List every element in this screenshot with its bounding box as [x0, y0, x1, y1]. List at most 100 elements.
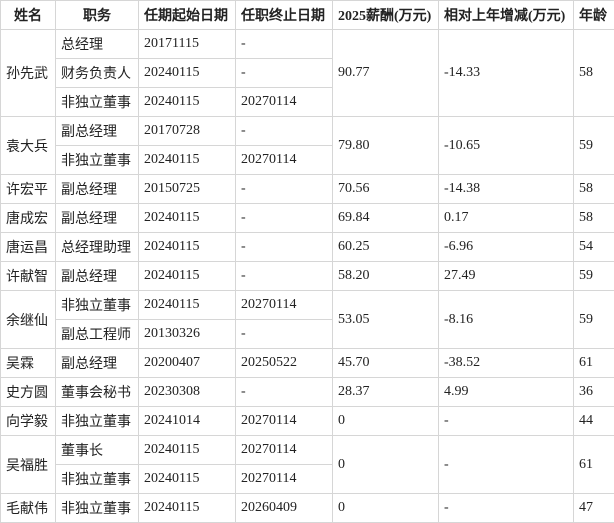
role-end-date: 20270114: [235, 145, 333, 175]
table-row: 许献智 副总经理 20240115-58.20 27.49 59: [0, 261, 614, 291]
table-row: 史方圆 董事会秘书 20230308-28.37 4.99 36: [0, 377, 614, 407]
person-name: 许献智: [0, 261, 56, 291]
pay-2025: 53.05: [332, 290, 439, 349]
role-end-date: 20270114: [235, 435, 333, 465]
role-start-date: 20130326: [138, 319, 236, 349]
role-end-date: -: [235, 203, 333, 233]
person-name: 毛献伟: [0, 493, 56, 523]
pay-change: -14.33: [438, 29, 574, 117]
role-title: 总经理助理: [55, 232, 139, 262]
table-row: 向学毅 非独立董事 20241014 20270114 0-44: [0, 406, 614, 436]
role-title: 总经理: [55, 29, 139, 59]
pay-change: -14.38: [438, 174, 574, 204]
role-end-date: -: [235, 29, 333, 59]
role-title: 非独立董事: [55, 493, 139, 523]
table-row: 吴福胜 董事长 20240115 20270114 0-61: [0, 435, 614, 494]
person-name: 史方圆: [0, 377, 56, 407]
header-pay: 2025薪酬(万元): [332, 0, 439, 30]
table-row: 袁大兵 副总经理 20170728-79.80 -10.65 59: [0, 116, 614, 175]
pay-change: -: [438, 406, 574, 436]
role-title: 非独立董事: [55, 464, 139, 494]
role-end-date: 20270114: [235, 464, 333, 494]
age: 61: [573, 435, 614, 494]
role-title: 财务负责人: [55, 58, 139, 88]
pay-2025: 45.70: [332, 348, 439, 378]
age: 44: [573, 406, 614, 436]
role-start-date: 20240115: [138, 493, 236, 523]
person-name: 余继仙: [0, 290, 56, 349]
pay-2025: 90.77: [332, 29, 439, 117]
role-title: 非独立董事: [55, 145, 139, 175]
executive-compensation-table: 姓名 职务 任期起始日期 任职终止日期 2025薪酬(万元) 相对上年增减(万元…: [0, 0, 614, 523]
role-start-date: 20240115: [138, 232, 236, 262]
person-name: 向学毅: [0, 406, 56, 436]
role-start-date: 20241014: [138, 406, 236, 436]
age: 47: [573, 493, 614, 523]
person-name: 唐运昌: [0, 232, 56, 262]
role-end-date: 20250522: [235, 348, 333, 378]
role-end-date: -: [235, 319, 333, 349]
person-name: 吴霖: [0, 348, 56, 378]
table-row: 毛献伟 非独立董事 20240115 20260409 0-47: [0, 493, 614, 523]
role-start-date: 20200407: [138, 348, 236, 378]
role-end-date: 20270114: [235, 87, 333, 117]
age: 58: [573, 203, 614, 233]
role-end-date: -: [235, 174, 333, 204]
role-start-date: 20230308: [138, 377, 236, 407]
role-start-date: 20240115: [138, 435, 236, 465]
role-start-date: 20240115: [138, 290, 236, 320]
header-change: 相对上年增减(万元): [438, 0, 574, 30]
person-name: 袁大兵: [0, 116, 56, 175]
role-start-date: 20240115: [138, 261, 236, 291]
header-age: 年龄: [573, 0, 614, 30]
pay-2025: 70.56: [332, 174, 439, 204]
role-title: 副总经理: [55, 116, 139, 146]
role-end-date: -: [235, 261, 333, 291]
pay-2025: 58.20: [332, 261, 439, 291]
role-title: 副总经理: [55, 174, 139, 204]
pay-change: 0.17: [438, 203, 574, 233]
role-title: 副总经理: [55, 261, 139, 291]
role-start-date: 20240115: [138, 464, 236, 494]
age: 59: [573, 116, 614, 175]
role-end-date: 20270114: [235, 290, 333, 320]
person-name: 孙先武: [0, 29, 56, 117]
role-end-date: 20270114: [235, 406, 333, 436]
header-start-date: 任期起始日期: [138, 0, 236, 30]
age: 36: [573, 377, 614, 407]
role-title: 非独立董事: [55, 406, 139, 436]
role-start-date: 20171115: [138, 29, 236, 59]
age: 61: [573, 348, 614, 378]
pay-2025: 60.25: [332, 232, 439, 262]
header-name: 姓名: [0, 0, 56, 30]
pay-change: -8.16: [438, 290, 574, 349]
pay-change: -10.65: [438, 116, 574, 175]
role-end-date: -: [235, 232, 333, 262]
role-start-date: 20150725: [138, 174, 236, 204]
role-start-date: 20240115: [138, 203, 236, 233]
role-end-date: -: [235, 58, 333, 88]
role-end-date: -: [235, 116, 333, 146]
role-title: 副总经理: [55, 203, 139, 233]
pay-2025: 0: [332, 493, 439, 523]
pay-2025: 0: [332, 406, 439, 436]
pay-change: -38.52: [438, 348, 574, 378]
pay-change: 4.99: [438, 377, 574, 407]
age: 59: [573, 290, 614, 349]
table-row: 许宏平 副总经理 20150725-70.56 -14.38 58: [0, 174, 614, 204]
table-row: 吴霖 副总经理 20200407 20250522 45.70 -38.52 61: [0, 348, 614, 378]
role-start-date: 20240115: [138, 87, 236, 117]
table-row: 余继仙 非独立董事 20240115 20270114 53.05 -8.16 59: [0, 290, 614, 349]
age: 54: [573, 232, 614, 262]
role-title: 副总经理: [55, 348, 139, 378]
pay-change: -6.96: [438, 232, 574, 262]
pay-2025: 69.84: [332, 203, 439, 233]
person-name: 唐成宏: [0, 203, 56, 233]
pay-2025: 0: [332, 435, 439, 494]
role-end-date: -: [235, 377, 333, 407]
pay-change: 27.49: [438, 261, 574, 291]
role-title: 非独立董事: [55, 87, 139, 117]
role-title: 副总工程师: [55, 319, 139, 349]
age: 58: [573, 174, 614, 204]
table-row: 唐成宏 副总经理 20240115-69.84 0.17 58: [0, 203, 614, 233]
